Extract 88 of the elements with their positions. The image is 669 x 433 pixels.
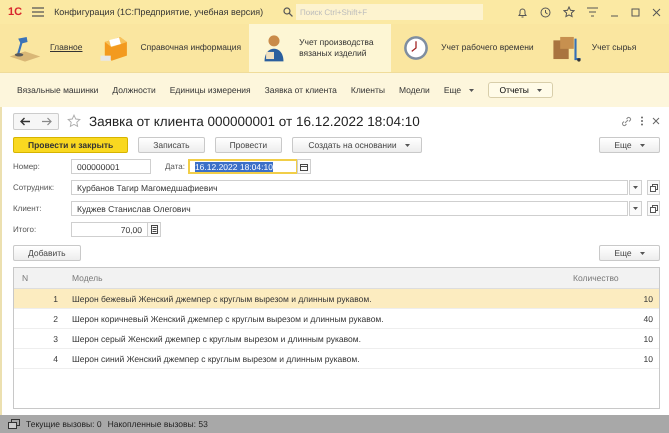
section-tab[interactable]: Справочная информация	[90, 24, 250, 72]
add-button[interactable]: Добавить	[13, 245, 81, 261]
table-cell-text: Шерон коричневый Женский джемпер с круглым вырезом и длинным рукавом.	[71, 314, 385, 324]
table-cell-text: 10	[642, 334, 654, 344]
field-label: Номер:	[13, 162, 41, 171]
list-icon[interactable]	[587, 7, 598, 17]
star-icon[interactable]	[563, 6, 575, 18]
logo[interactable]: 1С	[8, 6, 22, 18]
row-number: 3	[52, 334, 59, 344]
bell-icon[interactable]	[517, 6, 528, 18]
caret-icon	[640, 252, 645, 256]
calendar-icon	[300, 162, 308, 170]
calculator-button[interactable]	[147, 222, 161, 237]
reports-button[interactable]: Отчеты	[488, 82, 554, 98]
total-field[interactable]: 70,00	[71, 222, 148, 237]
open-icon	[650, 184, 658, 192]
row-number: 2	[52, 314, 59, 324]
history-icon[interactable]	[540, 6, 551, 18]
table-cell-text: 40	[642, 314, 654, 324]
section-tab[interactable]: Учет сырья	[542, 24, 644, 72]
more-menu[interactable]: Еще	[444, 85, 474, 95]
close-icon[interactable]	[652, 117, 660, 125]
open-button[interactable]	[647, 180, 660, 195]
nav-link[interactable]: Модели	[398, 85, 430, 95]
more-actions-icon[interactable]	[640, 116, 644, 126]
nav-link[interactable]: Единицы измерения	[170, 85, 251, 95]
nav-link[interactable]: Заявка от клиента	[264, 85, 337, 95]
nav-link[interactable]: Вязальные машинки	[17, 85, 98, 95]
table-cell-text: Шерон бежевый Женский джемпер с круглым вырезом и длинным рукавом.	[71, 294, 373, 304]
dropdown-button[interactable]	[629, 180, 642, 195]
dropdown-button[interactable]	[629, 201, 642, 216]
forward-icon[interactable]	[41, 116, 52, 126]
create-based-on-button[interactable]: Создать на основании	[292, 137, 422, 153]
more-button[interactable]: Еще	[599, 137, 660, 153]
back-forward-buttons[interactable]	[13, 112, 59, 130]
number-field[interactable]: 000000001	[71, 159, 151, 174]
status-text: Текущие вызовы: 0	[26, 419, 102, 429]
nav-link[interactable]: Должности	[112, 85, 156, 95]
table-row[interactable]: 4 Шерон синий Женский джемпер с круглым вырезом и длинным рукавом. 10	[14, 349, 659, 369]
section-tab[interactable]: Учет производства вязаных изделий	[249, 24, 392, 72]
calculator-icon	[150, 225, 158, 234]
field-label: Клиент:	[13, 204, 43, 213]
toolbar-button[interactable]: Провести	[214, 137, 282, 153]
back-icon[interactable]	[20, 116, 31, 126]
search-icon	[283, 7, 294, 17]
table-cell-text: Шерон серый Женский джемпер с круглым вырезом и длинным рукавом.	[71, 334, 362, 344]
open-button[interactable]	[647, 201, 660, 216]
windows-icon[interactable]	[8, 419, 20, 429]
calendar-button[interactable]	[296, 159, 311, 174]
more-button[interactable]: Еще	[599, 245, 660, 261]
caret-icon	[633, 186, 638, 189]
field-label: Итого:	[13, 225, 38, 234]
close-icon[interactable]	[652, 8, 661, 16]
field-label: Сотрудник:	[13, 183, 56, 192]
client-field[interactable]: Куджев Станислав Олегович	[71, 201, 628, 216]
form-title: Заявка от клиента 000000001 от 16.12.2022 18:04:10	[89, 114, 420, 128]
row-number: 4	[52, 354, 59, 364]
link-icon[interactable]	[621, 116, 632, 126]
caret-icon	[537, 89, 542, 92]
caret-icon	[469, 89, 474, 92]
caret-icon	[640, 144, 645, 148]
employee-field[interactable]: Курбанов Тагир Магомедшафиевич	[71, 180, 628, 195]
post-and-close-button[interactable]: Провести и закрыть	[13, 137, 128, 153]
column-header: Модель	[71, 273, 104, 283]
toolbar-button[interactable]: Записать	[138, 137, 205, 153]
open-icon	[650, 204, 658, 212]
status-text: Накопленные вызовы: 53	[108, 419, 208, 429]
column-header: N	[21, 273, 30, 283]
date-field[interactable]: 16.12.2022 18:04:10	[188, 159, 298, 174]
caret-icon	[404, 144, 410, 148]
table-row[interactable]: 1 Шерон бежевый Женский джемпер с круглым вырезом и длинным рукавом. 10	[14, 289, 659, 309]
nav-link[interactable]: Клиенты	[350, 85, 385, 95]
table-cell-text: 10	[642, 354, 654, 364]
section-tab[interactable]: Учет рабочего времени	[391, 24, 542, 72]
menu-icon[interactable]	[32, 7, 44, 17]
table-cell-text: 10	[642, 294, 654, 304]
table-cell-text: Шерон синий Женский джемпер с круглым вырезом и длинным рукавом.	[71, 354, 361, 364]
row-number: 1	[52, 294, 59, 304]
table-row[interactable]: 3 Шерон серый Женский джемпер с круглым вырезом и длинным рукавом. 10	[14, 329, 659, 349]
maximize-icon[interactable]	[631, 8, 640, 16]
section-tab[interactable]: Главное	[0, 24, 90, 72]
window-title: Конфигурация (1С:Предприятие, учебная версия)	[54, 7, 264, 17]
column-header: Количество	[572, 273, 620, 283]
caret-icon	[633, 207, 638, 210]
favorite-star-icon[interactable]	[67, 114, 81, 128]
table-row[interactable]: 2 Шерон коричневый Женский джемпер с круглым вырезом и длинным рукавом. 40	[14, 309, 659, 329]
search-field[interactable]: Поиск Ctrl+Shift+F	[296, 4, 484, 20]
field-label: Дата:	[165, 162, 185, 171]
